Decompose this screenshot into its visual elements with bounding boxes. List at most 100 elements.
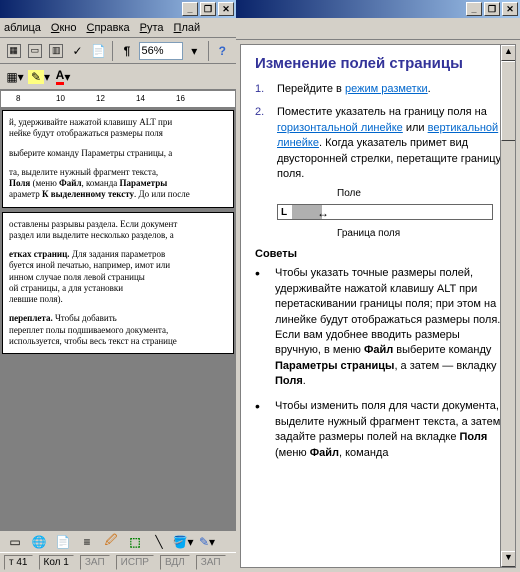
tool-button[interactable]: ▥ — [47, 40, 66, 62]
autoshapes-button[interactable]: ⬚ — [124, 531, 146, 553]
menu-okno[interactable]: Окно — [51, 22, 77, 34]
help-button[interactable]: ? — [213, 40, 232, 62]
help-step-1: 1. Перейдите в режим разметки. — [255, 82, 503, 97]
right-titlebar: _ ❐ ✕ — [236, 0, 520, 18]
tips-list: • Чтобы указать точные размеры полей, уд… — [255, 266, 503, 461]
separator — [208, 41, 209, 61]
minimize-button[interactable]: _ — [466, 2, 482, 16]
ruler-tick: 12 — [96, 94, 105, 103]
tip-item: • Чтобы изменить поля для части документ… — [255, 399, 503, 461]
doc-page-1[interactable]: й, удерживайте нажатой клавишу ALT при н… — [2, 110, 234, 208]
doc-text: араметр К выделенному тексту. До или пос… — [9, 189, 229, 200]
tip-text: Чтобы изменить поля для части документа,… — [275, 399, 503, 461]
tool-button[interactable]: ▦ — [4, 40, 23, 62]
doc-page-2[interactable]: оставлены разрывы раздела. Если документ… — [2, 212, 234, 355]
doc-text: используется, чтобы весь текст на страни… — [9, 336, 229, 347]
arrow-icon: ↔ — [317, 206, 329, 220]
help-title: Изменение полей страницы — [255, 55, 503, 72]
doc-text: й, удерживайте нажатой клавишу ALT при — [9, 117, 229, 128]
diagram-ruler: L — [277, 204, 493, 220]
doc-text: левшие поля). — [9, 294, 229, 305]
doc-text: буется иной печатью, например, имот или — [9, 260, 229, 271]
doc-text: нейке будут отображаться размеры поля — [9, 128, 229, 139]
link-horizontal-ruler[interactable]: горизонтальной линейке — [277, 122, 403, 134]
doc-text: етках страниц. Для задания параметров — [9, 249, 229, 260]
doc-text: инном случае поля левой страницы — [9, 272, 229, 283]
separator — [112, 41, 113, 61]
doc-text: Поля (меню Файл, команда Параметры — [9, 178, 229, 189]
scroll-up-button[interactable]: ▲ — [501, 45, 516, 61]
view-buttons-bar: ▭ 🌐 📄 ≡ 🖉 ⬚ ╲ 🪣▾ ✎▾ — [0, 530, 236, 552]
view-print-button[interactable]: 📄 — [52, 531, 74, 553]
toggle-button[interactable]: 📄 — [89, 40, 108, 62]
font-color-button[interactable]: A▾ — [52, 66, 74, 88]
step-text: Перейдите в режим разметки. — [277, 82, 431, 97]
ruler-diagram: Поле L ↔ Граница поля — [277, 190, 503, 238]
tool-button[interactable]: ▭ — [25, 40, 44, 62]
left-titlebar: _ ❐ ✕ — [0, 0, 236, 18]
menu-play[interactable]: Плай — [174, 22, 201, 34]
step-number: 2. — [255, 105, 277, 182]
tab-marker-icon: L — [281, 207, 287, 218]
dropdown-arrow-icon[interactable]: ▾ — [185, 40, 204, 62]
help-step-2: 2. Поместите указатель на границу поля н… — [255, 105, 503, 182]
doc-text: оставлены разрывы раздела. Если документ — [9, 219, 229, 230]
line-color-button[interactable]: ✎▾ — [196, 531, 218, 553]
scroll-down-button[interactable]: ▼ — [501, 551, 516, 567]
doc-text: переплета. Чтобы добавить — [9, 313, 229, 324]
word-window: _ ❐ ✕ аблица Окно Справка Рута Плай ▦ ▭ … — [0, 0, 236, 572]
doc-text: раздел или выделите несколько разделов, … — [9, 230, 229, 241]
close-button[interactable]: ✕ — [502, 2, 518, 16]
menu-spravka[interactable]: Справка — [86, 22, 129, 34]
doc-text: выберите команду Параметры страницы, а — [9, 148, 229, 159]
paragraph-marks-button[interactable]: ¶ — [117, 40, 136, 62]
restore-button[interactable]: ❐ — [484, 2, 500, 16]
document-area[interactable]: й, удерживайте нажатой клавишу ALT при н… — [0, 108, 236, 530]
status-indicator: ЗАП — [196, 555, 226, 570]
menu-tablica[interactable]: аблица — [4, 22, 41, 34]
toolbar-2: ▦▾ ✎▾ A▾ — [0, 64, 236, 90]
ruler-tick: 8 — [16, 94, 20, 103]
tip-item: • Чтобы указать точные размеры полей, уд… — [255, 266, 503, 389]
menu-ruta[interactable]: Рута — [140, 22, 164, 34]
doc-text: ой страницы, а для установки — [9, 283, 229, 294]
status-indicator: ИСПР — [116, 555, 154, 570]
diagram-label-boundary: Граница поля — [337, 228, 400, 239]
close-button[interactable]: ✕ — [218, 2, 234, 16]
tips-heading: Советы — [255, 248, 503, 260]
ruler-tick: 16 — [176, 94, 185, 103]
statusbar: т 41 Кол 1 ЗАП ИСПР ВДЛ ЗАП — [0, 552, 236, 572]
help-window: _ ❐ ✕ Изменение полей страницы 1. Перейд… — [236, 0, 520, 572]
bullet-icon: • — [255, 266, 275, 389]
bullet-icon: • — [255, 399, 275, 461]
status-cell: т 41 — [4, 555, 33, 570]
restore-button[interactable]: ❐ — [200, 2, 216, 16]
doc-text: та, выделите нужный фрагмент текста, — [9, 167, 229, 178]
view-normal-button[interactable]: ▭ — [4, 531, 26, 553]
status-indicator: ВДЛ — [160, 555, 190, 570]
step-text: Поместите указатель на границу поля на г… — [277, 105, 503, 182]
line-button[interactable]: ╲ — [148, 531, 170, 553]
view-web-button[interactable]: 🌐 — [28, 531, 50, 553]
help-content: Изменение полей страницы 1. Перейдите в … — [240, 44, 516, 568]
tip-text: Чтобы указать точные размеры полей, удер… — [275, 266, 503, 389]
scroll-thumb[interactable] — [501, 61, 516, 141]
doc-text: переплет полы подшиваемого документа, — [9, 325, 229, 336]
zoom-combo[interactable]: 56% — [139, 42, 183, 60]
draw-button[interactable]: 🖉 — [100, 531, 122, 553]
show-marks-button[interactable]: ✓ — [68, 40, 87, 62]
link-layout-mode[interactable]: режим разметки — [345, 83, 428, 95]
ruler-tick: 10 — [56, 94, 65, 103]
horizontal-ruler[interactable]: 8 10 12 14 16 — [0, 90, 236, 108]
help-steps: 1. Перейдите в режим разметки. 2. Помест… — [255, 82, 503, 182]
fill-button[interactable]: 🪣▾ — [172, 531, 194, 553]
help-toolbar — [236, 18, 520, 40]
border-button[interactable]: ▦▾ — [4, 66, 26, 88]
scrollbar[interactable]: ▲ ▼ — [500, 45, 516, 567]
view-outline-button[interactable]: ≡ — [76, 531, 98, 553]
step-number: 1. — [255, 82, 277, 97]
highlight-button[interactable]: ✎▾ — [28, 66, 50, 88]
diagram-label-field: Поле — [337, 188, 361, 199]
minimize-button[interactable]: _ — [182, 2, 198, 16]
status-indicator: ЗАП — [80, 555, 110, 570]
